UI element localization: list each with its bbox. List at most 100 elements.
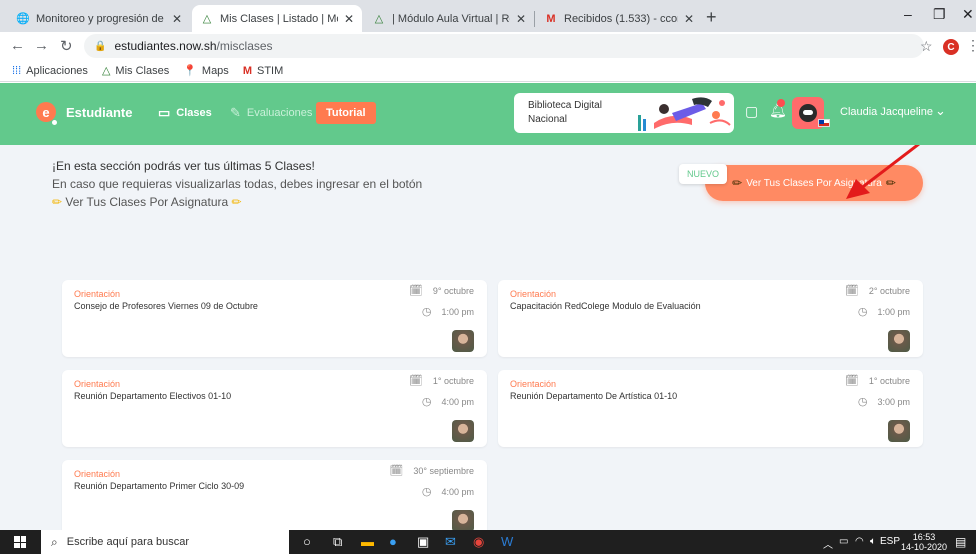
restore-icon[interactable]: ❐ xyxy=(933,6,946,23)
intro-line-2: En caso que requieras visualizarlas toda… xyxy=(52,177,423,191)
avatar-face-icon xyxy=(799,104,817,122)
window-close-icon[interactable]: ✕ xyxy=(962,6,974,23)
reading-illustration xyxy=(638,97,731,131)
class-card[interactable]: Orientación Capacitación RedColege Modul… xyxy=(498,280,923,357)
redcolegio-icon: △ xyxy=(202,13,212,25)
app-logo[interactable]: e xyxy=(36,102,56,122)
class-date: 🗓︎ 9° octubre xyxy=(409,284,474,297)
class-time-label: 1:00 pm xyxy=(441,306,474,317)
bookmark-label: Mis Clases xyxy=(115,64,170,77)
taskbar-search-placeholder: Escribe aquí para buscar xyxy=(66,536,190,548)
taskbar-clock[interactable]: 16:53 14-10-2020 xyxy=(901,532,947,552)
browser-tab[interactable]: 🌐 Monitoreo y progresión de los a ✕ xyxy=(8,5,190,32)
clock-time: 16:53 xyxy=(912,532,936,542)
browser-tab-active[interactable]: △ Mis Clases | Listado | Módulo Est ✕ xyxy=(192,5,362,32)
chat-icon[interactable]: ▢ xyxy=(745,103,758,120)
close-icon[interactable]: ✕ xyxy=(344,12,354,26)
tab-separator xyxy=(534,11,535,27)
edit-icon: ✎ xyxy=(230,105,241,120)
minimize-icon[interactable]: – xyxy=(904,6,912,22)
url-input[interactable]: 🔒 estudiantes.now.sh/misclases xyxy=(84,34,924,58)
teacher-avatar xyxy=(452,510,474,530)
clock-icon: ◷ xyxy=(857,306,868,318)
app-header: e Estudiante ▭ Clases ✎ Evaluaciones Tut… xyxy=(0,83,976,145)
class-title: Reunión Departamento Electivos 01-10 xyxy=(74,391,232,401)
nav-clases[interactable]: ▭ Clases xyxy=(158,105,212,121)
close-icon[interactable]: ✕ xyxy=(684,12,694,26)
windows-taskbar: ⌕ Escribe aquí para buscar ○ ⧉ ▬ ● ▣ ✉ ◉… xyxy=(0,530,976,554)
class-date-label: 1° octubre xyxy=(868,375,910,386)
class-title: Consejo de Profesores Viernes 09 de Octu… xyxy=(74,301,258,311)
volume-icon[interactable]: 🔈︎ xyxy=(870,536,876,547)
class-card[interactable]: Orientación Reunión Departamento Electiv… xyxy=(62,370,487,447)
new-tab-button[interactable]: + xyxy=(706,7,717,28)
language-indicator[interactable]: ESP xyxy=(880,536,900,547)
close-icon[interactable]: ✕ xyxy=(172,12,182,26)
chile-flag-icon xyxy=(818,119,830,127)
intro-line-1: ¡En esta sección podrás ver tus últimas … xyxy=(52,159,315,173)
class-date-label: 1° octubre xyxy=(432,375,474,386)
network-icon[interactable]: ▭ xyxy=(839,536,848,547)
redcolegio-icon: △ xyxy=(101,65,111,77)
class-card[interactable]: Orientación Consejo de Profesores Vierne… xyxy=(62,280,487,357)
main-content: ¡En esta sección podrás ver tus últimas … xyxy=(0,145,976,530)
windows-start-icon[interactable] xyxy=(14,536,26,548)
close-icon[interactable]: ✕ xyxy=(516,12,526,26)
browser-menu-icon[interactable]: ⋮ xyxy=(966,37,976,54)
pencil-icon: ✏ xyxy=(52,195,63,209)
store-icon[interactable]: ▣ xyxy=(417,534,429,550)
browser-tab[interactable]: M Recibidos (1.533) - ccortes@cvl.c ✕ xyxy=(536,5,702,32)
bookmark-apps[interactable]: ⁞⁞⁞ Aplicaciones xyxy=(12,65,88,77)
forward-arrow-icon[interactable]: → xyxy=(34,37,49,54)
biblioteca-banner[interactable]: Biblioteca Digital Nacional xyxy=(514,93,734,133)
mail-icon[interactable]: ✉ xyxy=(445,534,456,550)
bookmark-star-icon[interactable]: ☆ xyxy=(920,38,933,55)
browser-tab-strip: 🌐 Monitoreo y progresión de los a ✕ △ Mi… xyxy=(0,0,976,32)
bookmark-maps[interactable]: 📍 Maps xyxy=(183,64,229,78)
clock-icon: ◷ xyxy=(857,396,868,408)
address-bar-row: ← → ↻ 🔒 estudiantes.now.sh/misclases ☆ C… xyxy=(0,32,976,60)
class-title: Reunión Departamento De Artística 01-10 xyxy=(510,391,678,401)
notification-badge xyxy=(777,99,785,107)
pencil-icon: ✏ xyxy=(732,176,743,190)
tray-chevron-up-icon[interactable]: ︿ xyxy=(823,536,833,551)
class-time-label: 3:00 pm xyxy=(877,396,910,407)
chevron-down-icon[interactable]: ⌄ xyxy=(935,103,946,119)
class-card[interactable]: Orientación Reunión Departamento De Artí… xyxy=(498,370,923,447)
file-explorer-icon[interactable]: ▬ xyxy=(361,534,374,549)
profile-avatar[interactable]: C xyxy=(943,39,959,55)
brand-title[interactable]: Estudiante xyxy=(66,105,132,120)
cortana-icon[interactable]: ○ xyxy=(303,534,311,549)
class-time: ◷ 4:00 pm xyxy=(422,485,474,498)
chrome-icon[interactable]: ◉ xyxy=(473,534,484,550)
task-view-icon[interactable]: ⧉ xyxy=(333,534,342,550)
browser-tab-title: | Módulo Aula Virtual | RedColleg xyxy=(392,12,510,25)
browser-tab[interactable]: △ | Módulo Aula Virtual | RedColleg ✕ xyxy=(364,5,534,32)
back-arrow-icon[interactable]: ← xyxy=(10,37,25,54)
bookmark-mis-clases[interactable]: △ Mis Clases xyxy=(101,64,170,78)
gmail-icon: M xyxy=(242,64,252,77)
ver-clases-por-asignatura-button[interactable]: ✏ Ver Tus Clases Por Asignatura ✏ xyxy=(705,165,923,201)
bookmark-label: Maps xyxy=(201,64,229,77)
class-title: Capacitación RedColege Modulo de Evaluac… xyxy=(510,301,701,311)
class-time: ◷ 3:00 pm xyxy=(858,395,910,408)
tutorial-button[interactable]: Tutorial xyxy=(316,102,376,124)
edge-icon[interactable]: ● xyxy=(389,534,397,549)
taskbar-search-input[interactable]: ⌕ Escribe aquí para buscar xyxy=(41,530,289,554)
class-card[interactable]: Orientación Reunión Departamento Primer … xyxy=(62,460,487,530)
ver-clases-label: Ver Tus Clases Por Asignatura xyxy=(746,177,882,189)
calendar-icon: 🗓︎ xyxy=(844,375,859,387)
word-icon[interactable]: W xyxy=(501,534,513,549)
nav-evaluaciones[interactable]: ✎ Evaluaciones xyxy=(230,105,312,121)
class-title: Reunión Departamento Primer Ciclo 30-09 xyxy=(74,481,245,491)
pencil-icon: ✏ xyxy=(885,176,896,190)
bookmark-stim[interactable]: M STIM xyxy=(243,65,283,77)
teacher-avatar xyxy=(452,330,474,352)
wifi-icon[interactable]: ◠ xyxy=(855,536,864,547)
calendar-icon: 🗓︎ xyxy=(408,285,423,297)
user-name[interactable]: Claudia Jacqueline xyxy=(840,106,933,118)
browser-tab-title: Mis Clases | Listado | Módulo Est xyxy=(220,12,338,25)
biblioteca-label: Biblioteca Digital Nacional xyxy=(528,100,602,125)
action-center-icon[interactable]: ▤ xyxy=(955,535,966,549)
reload-icon[interactable]: ↻ xyxy=(60,37,73,55)
